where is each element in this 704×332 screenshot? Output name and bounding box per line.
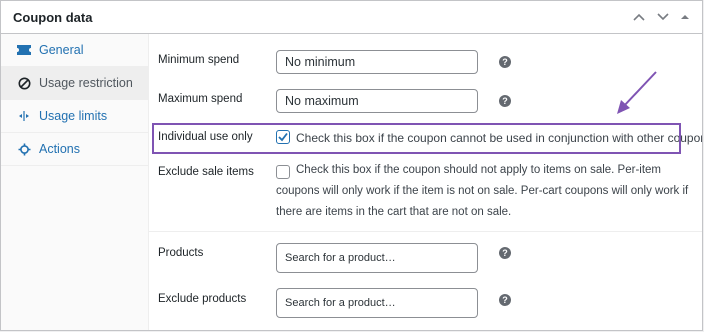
minimum-spend-label: Minimum spend	[158, 54, 240, 66]
tab-label: Usage restriction	[39, 76, 133, 90]
description-line: Check this box if the coupon should not …	[296, 164, 662, 176]
description-line: there are items in the cart that are not…	[276, 206, 512, 218]
panel-header: Coupon data	[1, 1, 702, 34]
tab-label: General	[39, 43, 84, 57]
minimum-spend-input[interactable]: No minimum	[276, 50, 478, 74]
gear-icon	[17, 142, 31, 156]
arrows-icon	[17, 109, 31, 123]
maximum-spend-label: Maximum spend	[158, 93, 243, 105]
products-label: Products	[158, 247, 204, 259]
panel-controls	[632, 12, 690, 22]
tab-label: Usage limits	[39, 109, 108, 123]
collapse-toggle-icon[interactable]	[680, 13, 690, 21]
coupon-data-panel: Coupon data General Usage restriction Us…	[0, 0, 703, 331]
panel-title: Coupon data	[13, 9, 93, 25]
individual-use-highlight-box	[152, 123, 681, 154]
exclude-sale-description: Check this box if the coupon should not …	[276, 160, 696, 223]
tab-actions[interactable]: Actions	[1, 133, 148, 166]
move-down-icon[interactable]	[656, 12, 670, 22]
description-line: coupons will only work if the item is no…	[276, 185, 689, 197]
help-tip-icon[interactable]: ?	[499, 56, 511, 68]
products-search-input[interactable]: Search for a product…	[276, 243, 478, 273]
exclude-sale-label: Exclude sale items	[158, 166, 254, 178]
tab-usage-limits[interactable]: Usage limits	[1, 100, 148, 133]
block-icon	[17, 76, 31, 90]
help-tip-icon[interactable]: ?	[499, 95, 511, 107]
help-tip-icon[interactable]: ?	[499, 294, 511, 306]
coupon-tabs: General Usage restriction Usage limits A…	[1, 34, 149, 330]
section-divider	[148, 231, 702, 232]
pointer-arrow-icon	[617, 71, 657, 114]
maximum-spend-input[interactable]: No maximum	[276, 89, 478, 113]
tab-usage-restriction[interactable]: Usage restriction	[1, 67, 148, 100]
exclude-products-search-input[interactable]: Search for a product…	[276, 288, 478, 318]
exclude-products-label: Exclude products	[158, 293, 247, 305]
help-tip-icon[interactable]: ?	[499, 247, 511, 259]
move-up-icon[interactable]	[632, 12, 646, 22]
tab-general[interactable]: General	[1, 34, 148, 67]
ticket-icon	[17, 43, 31, 57]
tab-label: Actions	[39, 142, 80, 156]
